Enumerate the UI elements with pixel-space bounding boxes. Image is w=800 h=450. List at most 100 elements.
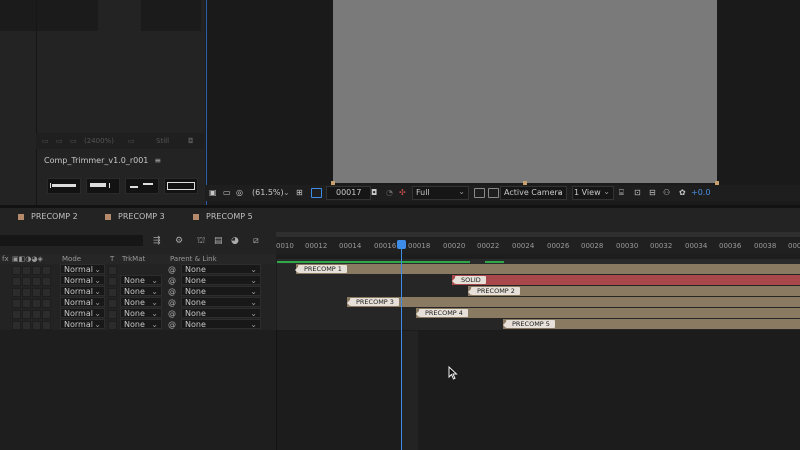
pickwhip-icon[interactable]: @ <box>168 309 178 318</box>
node-icon[interactable]: ⚇ <box>663 188 670 197</box>
trkmat-select[interactable]: None ⌄ <box>120 275 162 285</box>
switches-icon[interactable]: ▣◧◑◕◈ <box>12 255 43 263</box>
solo-switch[interactable] <box>32 288 41 297</box>
bin-icon[interactable]: ▭ <box>70 137 77 145</box>
visibility-switch[interactable] <box>12 288 21 297</box>
draft-3d-toggle-icon[interactable]: ⚙ <box>175 236 185 246</box>
time-ruler[interactable]: 0010 00012 00014 00016 00018 00020 00022… <box>276 232 800 254</box>
new-folder-icon[interactable]: ▭ <box>42 137 49 145</box>
trim-button-2[interactable] <box>86 178 120 194</box>
exposure-icon[interactable]: ✿ <box>679 188 686 197</box>
tab-precomp-2[interactable]: PRECOMP 2 <box>18 212 78 221</box>
zoom-value[interactable]: (61.5%) <box>252 188 284 197</box>
toggle-pixel-aspect-icon[interactable]: ⌸ <box>619 188 624 198</box>
audio-switch[interactable] <box>22 288 31 297</box>
lock-switch[interactable] <box>42 299 51 308</box>
fast-preview-icon[interactable] <box>474 188 485 198</box>
parent-select[interactable]: None ⌄ <box>181 275 261 285</box>
parent-select[interactable]: None ⌄ <box>181 286 261 296</box>
show-snapshot-icon[interactable]: ◔ <box>386 188 393 197</box>
layer-bar-label[interactable]: PRECOMP 4 <box>416 309 468 317</box>
audio-switch[interactable] <box>22 321 31 330</box>
pickwhip-icon[interactable]: @ <box>168 276 178 285</box>
audio-switch[interactable] <box>22 299 31 308</box>
mask-view-icon[interactable]: ◎ <box>236 188 243 197</box>
comp-icon[interactable]: ▭ <box>56 137 63 145</box>
channel-icon[interactable]: ✣ <box>399 188 406 197</box>
visibility-switch[interactable] <box>12 277 21 286</box>
monitor-icon[interactable]: ▭ <box>223 188 231 197</box>
snapshot-icon[interactable]: ◘ <box>371 188 377 197</box>
footer-snapshot-icon[interactable]: ▭ <box>128 137 135 145</box>
trkmat-select[interactable]: None ⌄ <box>120 297 162 307</box>
region-of-interest-icon[interactable] <box>311 188 322 198</box>
graph-editor-icon[interactable]: ⧄ <box>253 236 263 246</box>
tab-precomp-3[interactable]: PRECOMP 3 <box>105 212 165 221</box>
preserve-transparency-switch[interactable] <box>108 277 117 286</box>
camera-select[interactable]: Active Camera ⌄ <box>500 186 567 200</box>
solo-switch[interactable] <box>32 266 41 275</box>
mode-select[interactable]: Normal ⌄ <box>60 308 105 318</box>
lock-switch[interactable] <box>42 288 51 297</box>
preserve-transparency-switch[interactable] <box>108 288 117 297</box>
always-preview-icon[interactable]: ▣ <box>209 188 217 197</box>
layer-list-empty-area[interactable] <box>0 330 277 450</box>
lock-switch[interactable] <box>42 277 51 286</box>
trkmat-select[interactable]: None ⌄ <box>120 319 162 329</box>
layer-bar[interactable] <box>347 297 800 307</box>
trim-button-4[interactable] <box>164 178 198 194</box>
frame-blending-icon[interactable]: ▤ <box>214 236 224 246</box>
visibility-switch[interactable] <box>12 266 21 275</box>
shy-icon[interactable]: ⛫ <box>197 236 207 246</box>
layer-bar-label[interactable]: PRECOMP 1 <box>295 265 347 273</box>
solo-switch[interactable] <box>32 277 41 286</box>
parent-select[interactable]: None ⌄ <box>181 308 261 318</box>
exposure-value[interactable]: +0.0 <box>691 188 710 197</box>
audio-switch[interactable] <box>22 310 31 319</box>
layer-bar-label[interactable]: PRECOMP 2 <box>468 287 520 295</box>
visibility-switch[interactable] <box>12 299 21 308</box>
preserve-transparency-switch[interactable] <box>108 321 117 330</box>
comp-name[interactable]: Comp_Trimmer_v1.0_r001 <box>44 156 148 165</box>
solo-switch[interactable] <box>32 310 41 319</box>
camera-icon[interactable]: ◘ <box>188 137 194 145</box>
mode-select[interactable]: Normal ⌄ <box>60 275 105 285</box>
panel-menu-icon[interactable]: ≡ <box>154 156 161 165</box>
timecode-field[interactable]: 00017 <box>326 186 371 200</box>
grid-icon[interactable]: ⊞ <box>296 188 303 197</box>
trkmat-select[interactable]: None ⌄ <box>120 286 162 296</box>
track-row[interactable]: PRECOMP 5 <box>277 319 800 331</box>
pickwhip-icon[interactable]: @ <box>168 320 178 329</box>
lock-switch[interactable] <box>42 266 51 275</box>
resolution-select[interactable]: Full ⌄ <box>412 186 469 200</box>
search-input[interactable] <box>0 235 143 246</box>
preserve-transparency-switch[interactable] <box>108 310 117 319</box>
view-layout-select[interactable]: 1 View ⌄ <box>572 186 614 200</box>
comp-mini-flowchart-icon[interactable]: ⇶ <box>153 236 163 246</box>
audio-switch[interactable] <box>22 266 31 275</box>
parent-select[interactable]: None ⌄ <box>181 319 261 329</box>
pickwhip-icon[interactable]: @ <box>168 287 178 296</box>
preserve-transparency-switch[interactable] <box>108 266 117 275</box>
trkmat-select[interactable]: None ⌄ <box>120 308 162 318</box>
parent-select[interactable]: None ⌄ <box>181 264 261 274</box>
motion-blur-icon[interactable]: ◕ <box>231 236 241 246</box>
lock-switch[interactable] <box>42 310 51 319</box>
current-time-indicator[interactable] <box>397 240 406 249</box>
layer-bar[interactable] <box>452 275 800 285</box>
layer-bar[interactable] <box>296 264 800 274</box>
preserve-transparency-switch[interactable] <box>108 299 117 308</box>
parent-select[interactable]: None ⌄ <box>181 297 261 307</box>
lock-switch[interactable] <box>42 321 51 330</box>
composition-canvas[interactable] <box>331 0 719 185</box>
current-time-indicator-line[interactable] <box>401 240 402 450</box>
mode-select[interactable]: Normal ⌄ <box>60 286 105 296</box>
layer-bar-label[interactable]: PRECOMP 5 <box>503 320 555 328</box>
transparency-grid-icon[interactable] <box>488 188 499 198</box>
draft-3d-icon[interactable]: ⊡ <box>634 188 641 197</box>
pickwhip-icon[interactable]: @ <box>168 265 178 274</box>
audio-switch[interactable] <box>22 277 31 286</box>
visibility-switch[interactable] <box>12 310 21 319</box>
layer-bar[interactable] <box>416 308 800 318</box>
trim-button-1[interactable] <box>47 178 81 194</box>
